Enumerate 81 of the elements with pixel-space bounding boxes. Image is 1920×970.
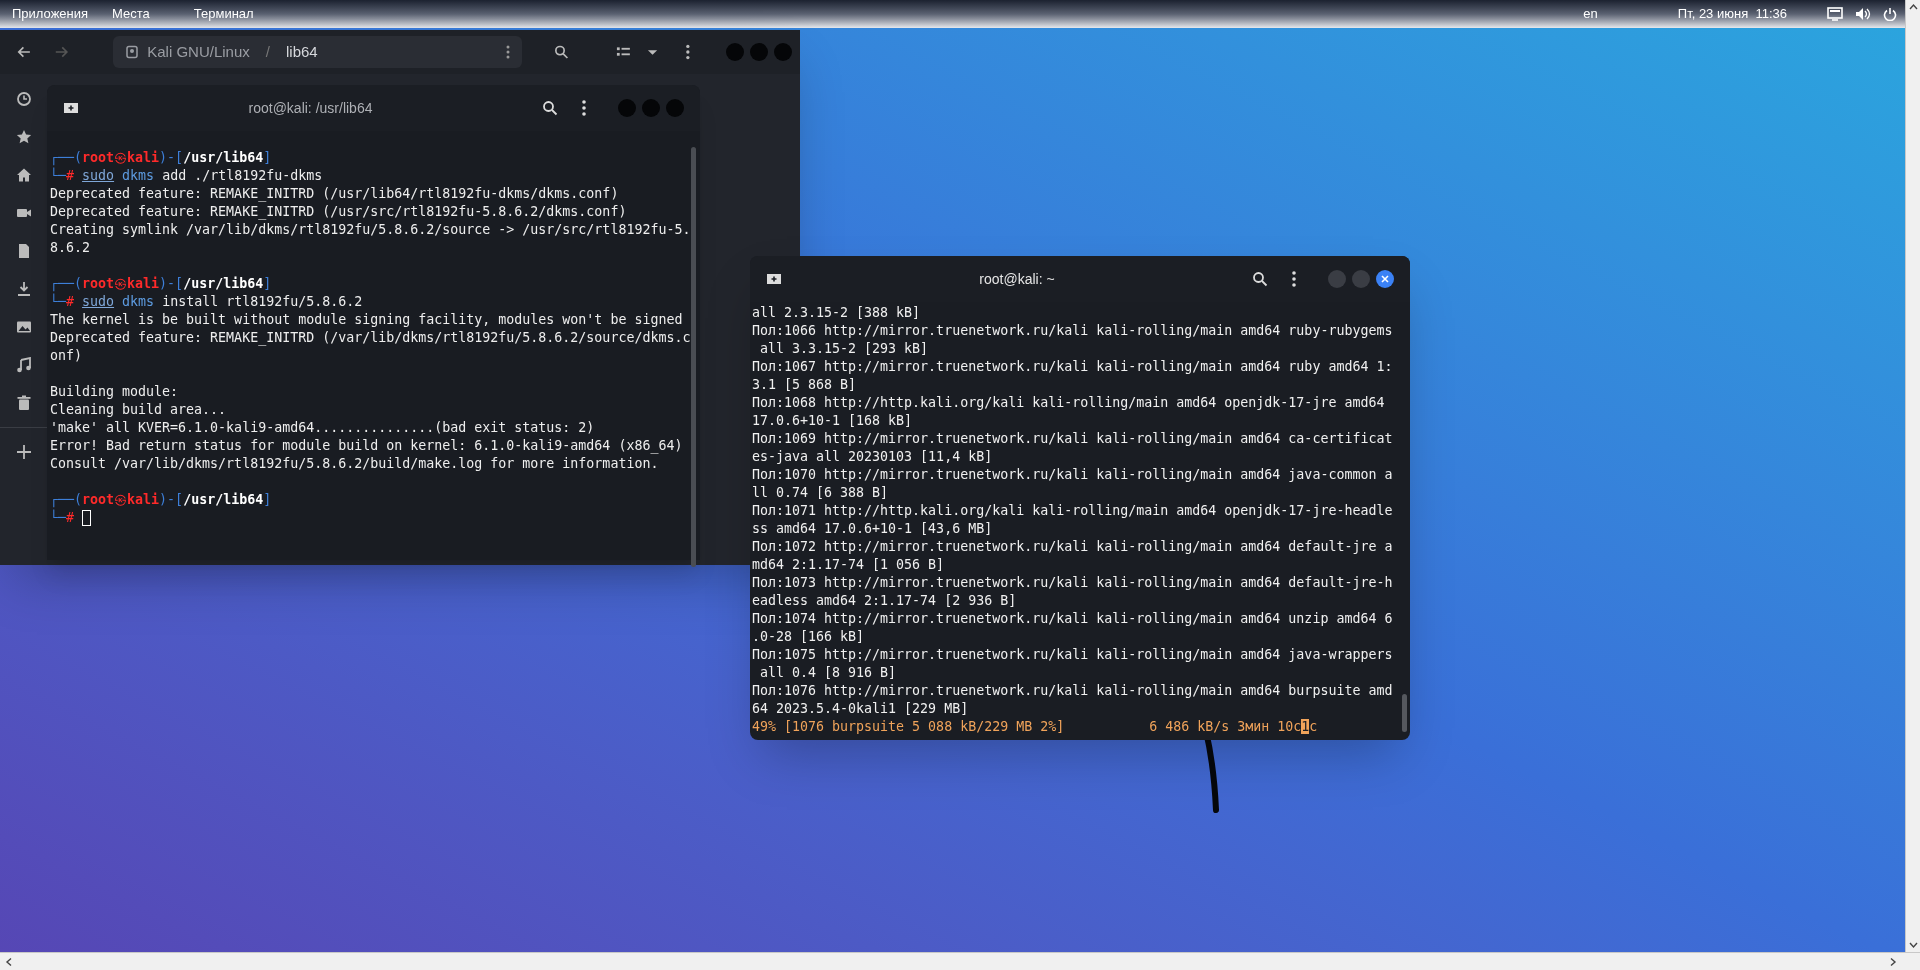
menu-item[interactable]: Терминал <box>181 4 266 24</box>
prompt-line: ┌──(root㉿kali)-[/usr/lib64] <box>50 149 273 167</box>
scrollbar-thumb[interactable] <box>691 147 696 567</box>
output-line: ss amd64 17.0.6+10-1 [43,6 MB] <box>752 520 994 538</box>
home-icon[interactable] <box>15 167 32 183</box>
list-view-icon[interactable] <box>616 45 632 59</box>
language-indicator[interactable]: en <box>1583 4 1598 24</box>
progress-status: 6 486 kB/s 3мин 10с 1с <box>1149 718 1318 736</box>
clock-icon[interactable] <box>15 91 32 107</box>
path-segment-label[interactable]: Kali GNU/Linux <box>147 40 250 64</box>
output-line: 3.1 [5 868 B] <box>752 376 858 394</box>
output-line: Пол:1072 http://mirror.truenetwork.ru/kali kali-rolling/main amd64 default-jre a <box>752 538 1394 556</box>
output-line: all 0.4 [8 916 B] <box>759 664 898 682</box>
window-title: root@kali: /usr/lib64 <box>247 98 374 118</box>
plus-icon[interactable] <box>15 444 32 460</box>
output-line: .0-28 [166 kB] <box>752 628 866 646</box>
command-line: └─# <box>50 509 75 527</box>
close-icon[interactable] <box>1381 275 1389 283</box>
menu-icon[interactable] <box>1292 271 1296 287</box>
volume-icon[interactable] <box>1855 7 1871 21</box>
scrollbar-thumb[interactable] <box>1402 694 1407 732</box>
output-line: Пол:1069 http://mirror.truenetwork.ru/kali kali-rolling/main amd64 ca-certificat <box>752 430 1394 448</box>
output-line: The kernel is be built without module signing facility, modules won't be signed <box>50 311 684 329</box>
command-line: └─# sudo dkms add ./rtl8192fu-dkms <box>50 167 323 185</box>
window-title: root@kali: ~ <box>978 269 1056 289</box>
download-icon[interactable] <box>15 281 32 297</box>
output-line: 17.0.6+10-1 [168 kB] <box>752 412 914 430</box>
new-tab-icon[interactable] <box>766 272 782 286</box>
search-icon[interactable] <box>1252 271 1268 287</box>
path-segment[interactable]: lib64 <box>285 40 318 64</box>
music-note-icon[interactable] <box>15 357 32 373</box>
output-line: 64 2023.5.4-0kali1 [229 MB] <box>752 700 970 718</box>
output-line: Building module: <box>50 383 180 401</box>
prompt-line: ┌──(root㉿kali)-[/usr/lib64] <box>50 275 273 293</box>
vertical-scrollbar[interactable] <box>1905 0 1920 952</box>
horizontal-scrollbar[interactable] <box>0 952 1920 970</box>
command-line: └─# sudo dkms install rtl8192fu/5.8.6.2 <box>50 293 363 311</box>
output-line: onf) <box>50 347 84 365</box>
output-line: eadless amd64 2:1.17-74 [2 936 B] <box>752 592 1018 610</box>
prompt-line: ┌──(root㉿kali)-[/usr/lib64] <box>50 491 273 509</box>
output-line: Пол:1075 http://mirror.truenetwork.ru/kali kali-rolling/main amd64 java-wrappers <box>752 646 1394 664</box>
new-tab-icon[interactable] <box>63 101 79 115</box>
menu-item[interactable]: Места <box>100 4 162 24</box>
output-line: Пол:1076 http://mirror.truenetwork.ru/kali kali-rolling/main amd64 burpsuite amd <box>752 682 1394 700</box>
menu-icon[interactable] <box>686 44 690 60</box>
power-icon[interactable] <box>1883 7 1897 21</box>
output-line: Пол:1071 http://http.kali.org/kali kali-rolling/main amd64 openjdk-17-jre-headle <box>752 502 1394 520</box>
output-line: Cleaning build area... <box>50 401 228 419</box>
path-separator: / <box>265 41 270 62</box>
output-line: all 2.3.15-2 [388 kB] <box>752 304 922 322</box>
output-line: Error! Bad return status for module build on kernel: 6.1.0-kali9-amd64 (x86_64) <box>50 437 684 455</box>
star-icon[interactable] <box>15 129 32 145</box>
close-button[interactable] <box>1376 270 1394 288</box>
display-icon[interactable] <box>1827 7 1843 21</box>
output-line: Пол:1066 http://mirror.truenetwork.ru/kali kali-rolling/main amd64 ruby-rubygems <box>752 322 1394 340</box>
clock[interactable]: Пт, 23 июня 11:36 <box>1677 4 1787 24</box>
output-line: Пол:1073 http://mirror.truenetwork.ru/kali kali-rolling/main amd64 default-jre-h <box>752 574 1394 592</box>
menu-icon[interactable] <box>582 100 586 116</box>
output-line: Deprecated feature: REMAKE_INITRD (/usr/lib64/rtl8192fu-dkms/dkms.conf) <box>50 185 620 203</box>
output-line: ll 0.74 [6 388 B] <box>752 484 890 502</box>
output-line: Пол:1070 http://mirror.truenetwork.ru/kali kali-rolling/main amd64 java-common a <box>752 466 1394 484</box>
output-line: all 3.3.15-2 [293 kB] <box>759 340 930 358</box>
output-line: 'make' all KVER=6.1.0-kali9-amd64...............(bad exit status: 2) <box>50 419 596 437</box>
output-line: Пол:1067 http://mirror.truenetwork.ru/kali kali-rolling/main amd64 ruby amd64 1: <box>752 358 1394 376</box>
output-line: es-java all 20230103 [11,4 kB] <box>752 448 994 466</box>
progress-line: 49% [1076 burpsuite 5 088 kB/229 MB 2%] <box>752 718 1065 736</box>
path-segment[interactable]: Kali GNU/Linux <box>125 40 250 64</box>
output-line: Deprecated feature: REMAKE_INITRD (/usr/src/rtl8192fu-5.8.6.2/dkms.conf) <box>50 203 628 221</box>
trash-icon[interactable] <box>15 395 32 411</box>
output-line: Consult /var/lib/dkms/rtl8192fu/5.8.6.2/build/make.log for more information. <box>50 455 660 473</box>
output-line: Пол:1074 http://mirror.truenetwork.ru/kali kali-rolling/main amd64 unzip amd64 6 <box>752 610 1394 628</box>
output-line: 8.6.2 <box>50 239 92 257</box>
menu-item[interactable]: Приложения <box>0 4 101 24</box>
search-icon[interactable] <box>553 44 569 60</box>
drive-icon <box>125 45 140 59</box>
output-line: Пол:1068 http://http.kali.org/kali kali-rolling/main amd64 openjdk-17-jre amd64 <box>752 394 1386 412</box>
search-icon[interactable] <box>542 100 558 116</box>
output-line: Deprecated feature: REMAKE_INITRD (/var/lib/dkms/rtl8192fu/5.8.6.2/source/dkms.c <box>50 329 692 347</box>
output-line: Creating symlink /var/lib/dkms/rtl8192fu/5.8.6.2/source -> /usr/src/rtl8192fu-5. <box>50 221 692 239</box>
image-icon[interactable] <box>15 319 32 335</box>
output-line: md64 2:1.17-74 [1 056 B] <box>752 556 946 574</box>
